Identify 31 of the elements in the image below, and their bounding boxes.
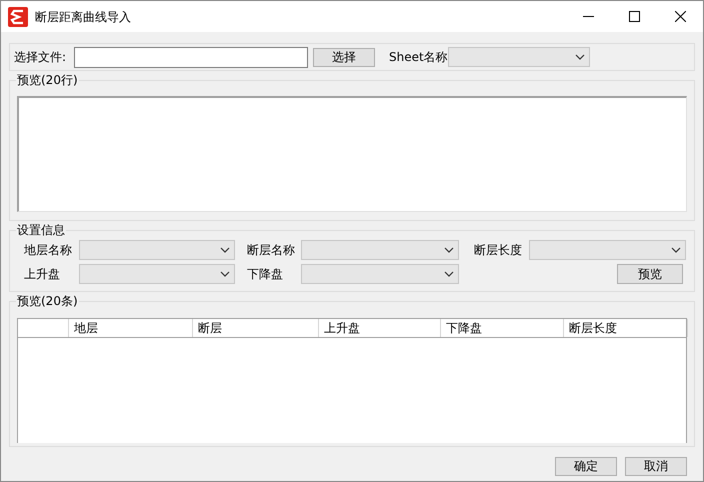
column-header[interactable]: 上升盘	[319, 319, 441, 337]
column-header[interactable]: 断层长度	[564, 319, 688, 337]
field-label: 地层名称	[24, 242, 73, 259]
column-header[interactable]: 断层	[193, 319, 319, 337]
caret-icon	[220, 271, 230, 277]
field-label: 断层长度	[474, 242, 523, 259]
app-logo-icon	[8, 6, 28, 26]
maximize-icon[interactable]	[628, 11, 640, 22]
field-label: 断层名称	[247, 242, 296, 259]
file-label: 选择文件:	[14, 49, 68, 66]
field-label: 下降盘	[247, 266, 284, 283]
column-header[interactable]: 下降盘	[441, 319, 564, 337]
group-title: 预览(20行)	[16, 72, 79, 88]
caret-icon	[444, 271, 454, 277]
preview-button[interactable]: 预览	[617, 264, 683, 284]
file-path-field[interactable]	[74, 46, 308, 68]
field-label: 上升盘	[24, 266, 61, 283]
preview-text-area[interactable]	[17, 96, 687, 212]
dialog-button[interactable]: 确定	[555, 457, 617, 476]
caret-icon	[574, 54, 585, 60]
browse-button[interactable]: 选择	[313, 48, 375, 66]
close-icon[interactable]	[674, 11, 686, 22]
caret-icon	[220, 247, 230, 253]
sheet-label: Sheet名称	[389, 49, 448, 66]
caret-icon	[671, 247, 681, 253]
dialog-button[interactable]: 取消	[625, 457, 687, 476]
group-title: 设置信息	[16, 222, 66, 238]
window-title: 断层距离曲线导入	[35, 8, 132, 26]
group-title: 预览(20条)	[16, 293, 79, 309]
column-header[interactable]: 地层	[69, 319, 193, 337]
caret-icon	[444, 247, 454, 253]
